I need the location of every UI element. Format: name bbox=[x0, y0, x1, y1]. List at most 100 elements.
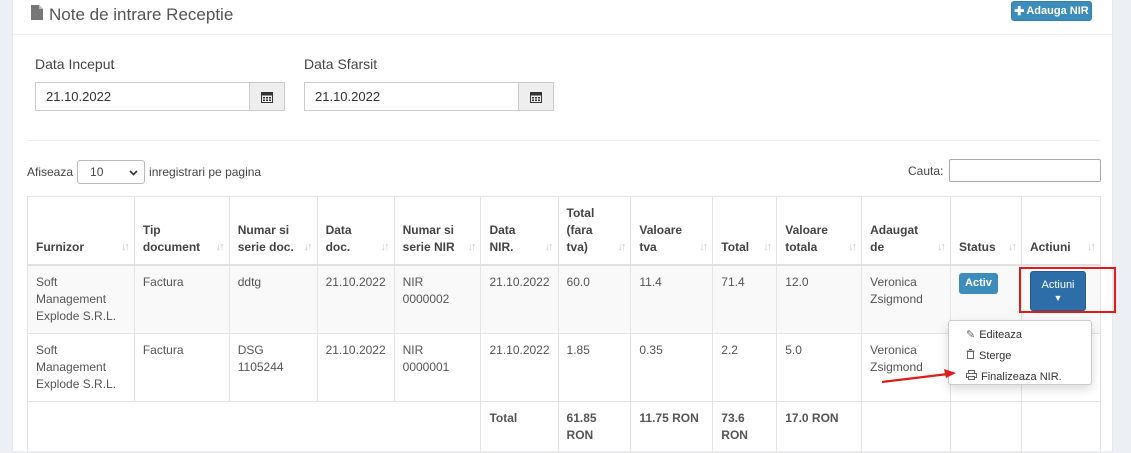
start-date-calendar-button[interactable] bbox=[249, 82, 285, 111]
cell-total-fara: 1.85 bbox=[557, 333, 632, 402]
cell-data-doc: 21.10.2022 bbox=[316, 333, 395, 402]
plus-icon: ✚ bbox=[1014, 4, 1025, 18]
sort-icon: ↓↑ bbox=[120, 241, 130, 253]
calendar-icon bbox=[530, 91, 542, 103]
column-header[interactable]: Data doc. ↓↑ bbox=[316, 196, 395, 266]
cell-tva: 11.4 bbox=[630, 264, 714, 334]
cell-tip: Factura bbox=[133, 333, 230, 402]
cell-data-nir: 21.10.2022 bbox=[480, 264, 559, 334]
chevron-down-icon bbox=[129, 165, 138, 179]
cell-data-nir: 21.10.2022 bbox=[480, 333, 559, 402]
menu-item-label: Sterge bbox=[979, 349, 1012, 362]
page-size-value: 10 bbox=[90, 165, 104, 179]
red-arrow-annotation bbox=[881, 369, 956, 384]
column-header[interactable]: Tip document ↓↑ bbox=[133, 196, 230, 266]
cell-adaugat: Veronica Zsigmond bbox=[861, 264, 952, 334]
cell-nir: NIR 0000001 bbox=[393, 333, 482, 402]
sort-icon: ↓↑ bbox=[380, 241, 390, 253]
page-size-select[interactable]: 10 bbox=[77, 160, 146, 184]
calendar-icon bbox=[261, 91, 273, 103]
actions-button-label: Actiuni bbox=[1041, 279, 1075, 291]
file-icon bbox=[31, 5, 43, 25]
show-suffix: inregistrari pe pagina bbox=[149, 165, 262, 179]
end-date-input[interactable] bbox=[304, 82, 518, 111]
sort-icon: ↓↑ bbox=[1007, 241, 1017, 253]
page-title: Note de intrare Receptie bbox=[31, 5, 233, 25]
footer-spacer bbox=[26, 401, 482, 453]
print-icon bbox=[966, 370, 977, 383]
footer-total-fara: 61.85 RON bbox=[557, 401, 632, 453]
cell-tva: 0.35 bbox=[630, 333, 714, 402]
column-header[interactable]: Total ↓↑ bbox=[712, 196, 778, 266]
add-nir-button[interactable]: ✚ Adauga NIR bbox=[1011, 1, 1092, 21]
table-header-row: Furnizor ↓↑ Tip document ↓↑ Numar si serie… bbox=[27, 196, 1102, 266]
start-date-input[interactable] bbox=[35, 82, 249, 111]
cell-tip: Factura bbox=[133, 264, 230, 334]
sort-icon: ↓↑ bbox=[937, 241, 946, 253]
column-header[interactable]: Data NIR. ↓↑ bbox=[480, 196, 559, 266]
sort-icon: ↓↑ bbox=[1087, 241, 1096, 253]
table-footer-row: Total 61.85 RON 11.75 RON 73.6 RON 17.0 … bbox=[26, 401, 1102, 453]
column-header[interactable]: Total (fara tva) ↓↑ bbox=[557, 196, 632, 266]
footer-valoare: 17.0 RON bbox=[776, 401, 863, 453]
divider bbox=[27, 140, 1100, 141]
end-date-calendar-button[interactable] bbox=[518, 82, 554, 111]
footer-label: Total bbox=[480, 401, 559, 453]
actions-menu: ✎ Editeaza Sterge Finalizeaza NIR. bbox=[948, 320, 1092, 385]
cell-furnizor: Soft Management Explode S.R.L. bbox=[27, 333, 135, 402]
panel-header: Note de intrare Receptie ✚ Adauga NIR bbox=[13, 0, 1112, 35]
caret-down-icon: ▼ bbox=[1053, 293, 1063, 303]
cell-doc: DSG 1105244 bbox=[228, 333, 318, 402]
sort-icon: ↓↑ bbox=[763, 241, 772, 253]
sort-icon: ↓↑ bbox=[303, 241, 313, 253]
actions-dropdown-button[interactable]: Actiuni ▼ bbox=[1030, 271, 1086, 311]
cell-furnizor: Soft Management Explode S.R.L. bbox=[27, 264, 135, 334]
column-header[interactable]: Numar si serie doc. ↓↑ bbox=[228, 196, 318, 266]
start-date-group: Data Inceput bbox=[35, 56, 285, 111]
column-header[interactable]: Actiuni ↓↑ bbox=[1020, 196, 1102, 266]
cell-valoare: 5.0 bbox=[776, 333, 863, 402]
menu-item-label: Editeaza bbox=[979, 328, 1023, 341]
cell-total: 71.4 bbox=[712, 264, 778, 334]
end-date-label: Data Sfarsit bbox=[304, 56, 378, 72]
sort-icon: ↓↑ bbox=[848, 241, 857, 253]
footer-tva: 11.75 RON bbox=[630, 401, 714, 453]
column-header[interactable]: Status ↓↑ bbox=[950, 196, 1022, 266]
footer-empty bbox=[861, 401, 952, 453]
column-header[interactable]: Numar si serie NIR ↓↑ bbox=[393, 196, 482, 266]
sort-icon: ↓↑ bbox=[617, 241, 626, 253]
menu-item-label: Finalizeaza NIR. bbox=[981, 370, 1062, 383]
footer-total: 73.6 RON bbox=[712, 401, 778, 453]
footer-empty bbox=[1020, 401, 1102, 453]
add-nir-label: Adauga NIR bbox=[1026, 5, 1089, 17]
sort-icon: ↓↑ bbox=[467, 241, 476, 253]
show-prefix: Afiseaza bbox=[27, 165, 74, 179]
search-input[interactable] bbox=[949, 159, 1102, 182]
status-badge: Activ bbox=[959, 273, 998, 294]
menu-item-editeaza[interactable]: ✎ Editeaza bbox=[949, 324, 1091, 345]
cell-data-doc: 21.10.2022 bbox=[316, 264, 395, 334]
column-header[interactable]: Valoare tva ↓↑ bbox=[630, 196, 714, 266]
column-header[interactable]: Adaugat de ↓↑ bbox=[861, 196, 952, 266]
cell-doc: ddtg bbox=[228, 264, 318, 334]
menu-item-finalizeaza[interactable]: Finalizeaza NIR. bbox=[949, 366, 1091, 387]
cell-valoare: 12.0 bbox=[776, 264, 863, 334]
page-title-text: Note de intrare Receptie bbox=[49, 5, 234, 24]
search-label: Cauta: bbox=[908, 163, 944, 178]
sort-icon: ↓↑ bbox=[699, 241, 708, 253]
sort-icon: ↓↑ bbox=[544, 241, 554, 253]
cell-total-fara: 60.0 bbox=[557, 264, 632, 334]
footer-empty bbox=[950, 401, 1022, 453]
column-header[interactable]: Furnizor ↓↑ bbox=[27, 196, 135, 266]
trash-icon bbox=[966, 349, 975, 362]
cell-total: 2.2 bbox=[712, 333, 778, 402]
sort-icon: ↓↑ bbox=[215, 241, 225, 253]
table-row: Soft Management Explode S.R.L. Factura d… bbox=[27, 264, 1102, 334]
cell-nir: NIR 0000002 bbox=[393, 264, 482, 334]
nir-table: Furnizor ↓↑ Tip document ↓↑ Numar si serie… bbox=[26, 196, 1102, 453]
column-header[interactable]: Valoare totala ↓↑ bbox=[776, 196, 863, 266]
menu-item-sterge[interactable]: Sterge bbox=[949, 345, 1091, 366]
page-size-control: Afiseaza 10 inregistrari pe pagina bbox=[27, 160, 261, 184]
start-date-label: Data Inceput bbox=[35, 56, 115, 72]
search-control: Cauta: bbox=[908, 159, 1102, 182]
